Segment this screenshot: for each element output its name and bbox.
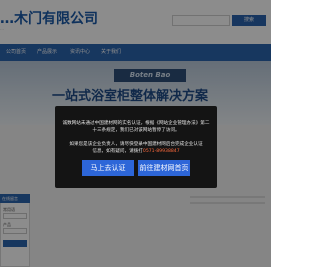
modal-contact-text: 信息，如有疑问，请拨打 [92, 149, 143, 154]
support-phone: 0571-89938847 [142, 149, 180, 154]
modal-text-line-3: 如果您是该企业负责人，请尽快登录中国建材网后台完成企业认证 [69, 142, 203, 147]
verification-modal: 诚数网站未通过中国建材网的实名认证，根据《网站企业管理办法》第二 十三条规定，我… [55, 106, 217, 188]
modal-text-line-4: 信息，如有疑问，请拨打0571-89938847 [55, 148, 217, 154]
modal-text-line-1: 诚数网站未通过中国建材网的实名认证，根据《网站企业管理办法》第二 [62, 121, 210, 126]
modal-text-line-2: 十三条规定，我们已对该网站暂停了访问。 [92, 128, 180, 133]
verify-now-button[interactable]: 马上去认证 [82, 160, 134, 176]
go-home-button[interactable]: 前往建材网首页 [138, 160, 190, 176]
